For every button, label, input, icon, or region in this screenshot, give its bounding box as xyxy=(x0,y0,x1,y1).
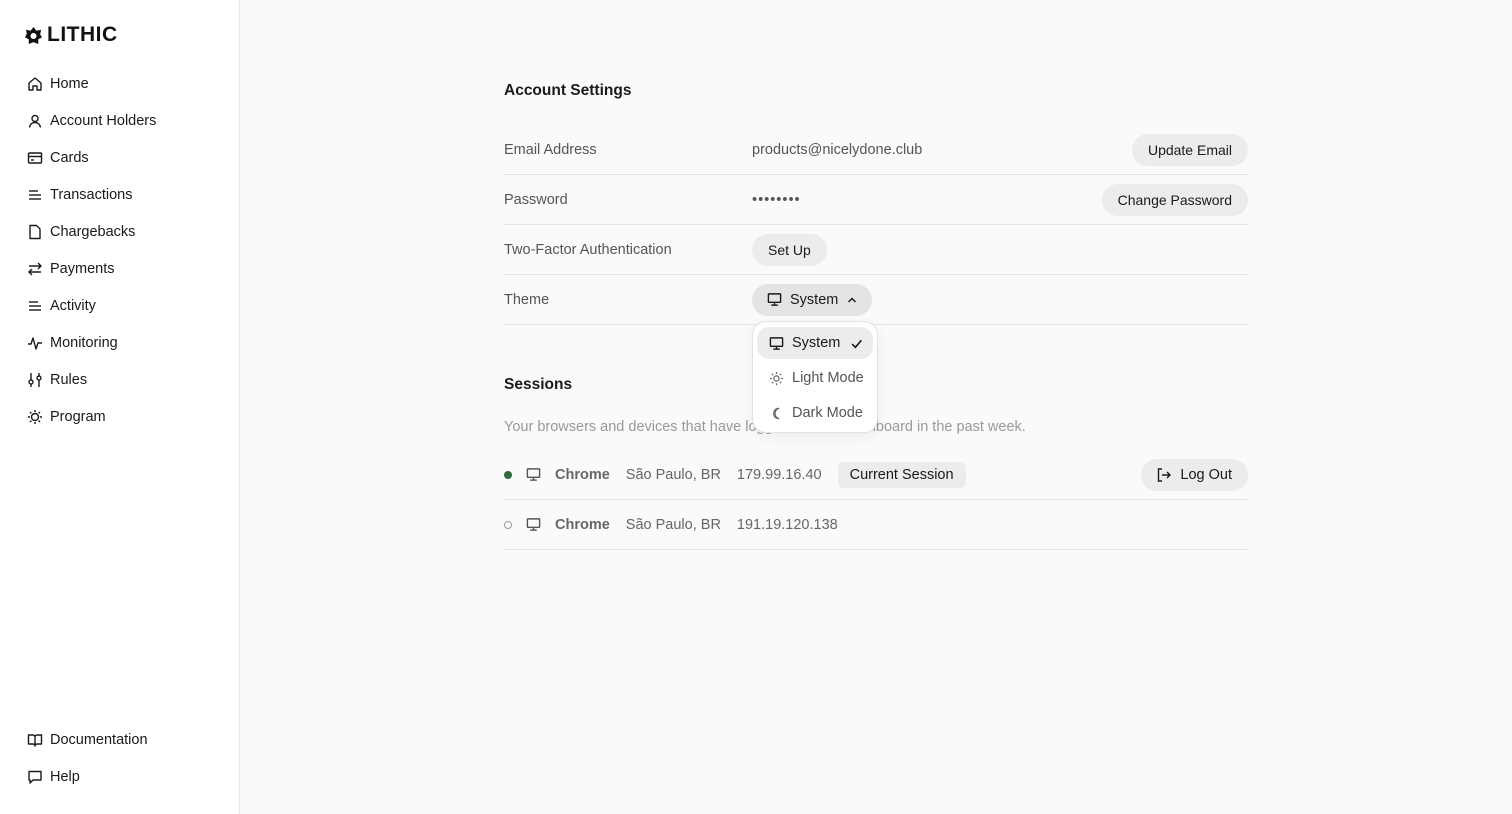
session-location: São Paulo, BR xyxy=(625,516,721,533)
theme-select-value: System xyxy=(790,291,839,308)
change-password-button[interactable]: Change Password xyxy=(1101,183,1248,216)
arrows-icon xyxy=(27,261,43,277)
theme-option-light[interactable]: Light Mode xyxy=(757,362,873,394)
pulse-icon xyxy=(27,335,43,351)
session-active-indicator xyxy=(504,470,512,479)
sidebar-item-label: Monitoring xyxy=(50,334,118,351)
sidebar-item-label: Home xyxy=(50,75,89,92)
sun-icon xyxy=(769,371,784,386)
book-icon xyxy=(27,732,43,748)
check-icon xyxy=(850,337,863,350)
password-row: Password •••••••• Change Password xyxy=(504,175,1248,225)
theme-option-dark[interactable]: Dark Mode xyxy=(757,397,873,429)
sidebar-item-label: Chargebacks xyxy=(50,223,136,240)
lines-icon xyxy=(27,187,43,203)
sidebar-footer: Documentation Help xyxy=(0,721,239,795)
session-browser: Chrome xyxy=(555,516,610,533)
set-up-2fa-button[interactable]: Set Up xyxy=(752,233,827,266)
home-icon xyxy=(27,76,43,92)
two-factor-row: Two-Factor Authentication Set Up xyxy=(504,225,1248,275)
monitor-icon xyxy=(769,336,784,351)
session-inactive-indicator xyxy=(504,520,512,529)
sidebar-item-program[interactable]: Program xyxy=(0,398,239,435)
email-value: products@nicelydone.club xyxy=(752,141,923,158)
theme-option-system[interactable]: System xyxy=(757,327,873,359)
current-session-badge: Current Session xyxy=(837,461,966,488)
sidebar: LITHIC Home Account Holders Cards Transa… xyxy=(0,0,240,814)
sidebar-item-transactions[interactable]: Transactions xyxy=(0,176,239,213)
theme-option-label: Light Mode xyxy=(792,370,864,386)
session-row: Chrome São Paulo, BR 191.19.120.138 xyxy=(504,500,1248,550)
gear-icon xyxy=(27,409,43,425)
update-email-button[interactable]: Update Email xyxy=(1131,133,1248,166)
user-icon xyxy=(27,113,43,129)
account-settings-title: Account Settings xyxy=(504,82,632,99)
chevron-up-icon xyxy=(846,294,858,306)
sidebar-item-account-holders[interactable]: Account Holders xyxy=(0,102,239,139)
moon-icon xyxy=(769,406,784,421)
sidebar-item-label: Transactions xyxy=(50,186,133,203)
theme-row: Theme System xyxy=(504,275,1248,325)
brand-name: LITHIC xyxy=(47,23,118,46)
session-ip: 179.99.16.40 xyxy=(736,466,822,483)
sidebar-item-label: Rules xyxy=(50,371,88,388)
sidebar-item-label: Help xyxy=(50,768,80,785)
sidebar-item-home[interactable]: Home xyxy=(0,65,239,102)
brand-logo[interactable]: LITHIC xyxy=(24,23,118,46)
sidebar-item-label: Documentation xyxy=(50,731,148,748)
sidebar-nav: Home Account Holders Cards Transactions … xyxy=(0,65,239,435)
session-location: São Paulo, BR xyxy=(625,466,721,483)
theme-option-label: System xyxy=(792,335,841,351)
sidebar-item-activity[interactable]: Activity xyxy=(0,287,239,324)
sidebar-item-label: Program xyxy=(50,408,106,425)
theme-label: Theme xyxy=(504,291,550,308)
lithic-logo-icon xyxy=(24,26,43,44)
theme-option-label: Dark Mode xyxy=(792,405,863,421)
lines-icon xyxy=(27,298,43,314)
monitor-icon xyxy=(526,517,541,532)
sidebar-item-cards[interactable]: Cards xyxy=(0,139,239,176)
sidebar-item-label: Cards xyxy=(50,149,89,166)
sidebar-item-label: Activity xyxy=(50,297,96,314)
sidebar-item-monitoring[interactable]: Monitoring xyxy=(0,324,239,361)
session-ip: 191.19.120.138 xyxy=(736,516,838,533)
session-row: Chrome São Paulo, BR 179.99.16.40 Curren… xyxy=(504,450,1248,500)
password-value: •••••••• xyxy=(752,191,801,208)
log-out-label: Log Out xyxy=(1180,466,1232,483)
email-row: Email Address products@nicelydone.club U… xyxy=(504,125,1248,175)
sidebar-item-chargebacks[interactable]: Chargebacks xyxy=(0,213,239,250)
monitor-icon xyxy=(767,292,782,307)
sliders-icon xyxy=(27,372,43,388)
email-label: Email Address xyxy=(504,141,597,158)
sidebar-item-documentation[interactable]: Documentation xyxy=(0,721,239,758)
log-out-icon xyxy=(1156,467,1172,483)
sidebar-item-label: Account Holders xyxy=(50,112,157,129)
sidebar-item-help[interactable]: Help xyxy=(0,758,239,795)
monitor-icon xyxy=(526,467,541,482)
sidebar-item-payments[interactable]: Payments xyxy=(0,250,239,287)
file-icon xyxy=(27,224,43,240)
theme-select[interactable]: System xyxy=(752,283,873,316)
password-label: Password xyxy=(504,191,568,208)
sidebar-item-label: Payments xyxy=(50,260,115,277)
card-icon xyxy=(27,150,43,166)
theme-dropdown-menu: System Light Mode Dark Mode xyxy=(752,321,878,433)
sidebar-item-rules[interactable]: Rules xyxy=(0,361,239,398)
chat-icon xyxy=(27,769,43,785)
session-browser: Chrome xyxy=(555,466,610,483)
two-factor-label: Two-Factor Authentication xyxy=(504,241,672,258)
log-out-button[interactable]: Log Out xyxy=(1141,458,1248,491)
sessions-title: Sessions xyxy=(504,376,573,393)
